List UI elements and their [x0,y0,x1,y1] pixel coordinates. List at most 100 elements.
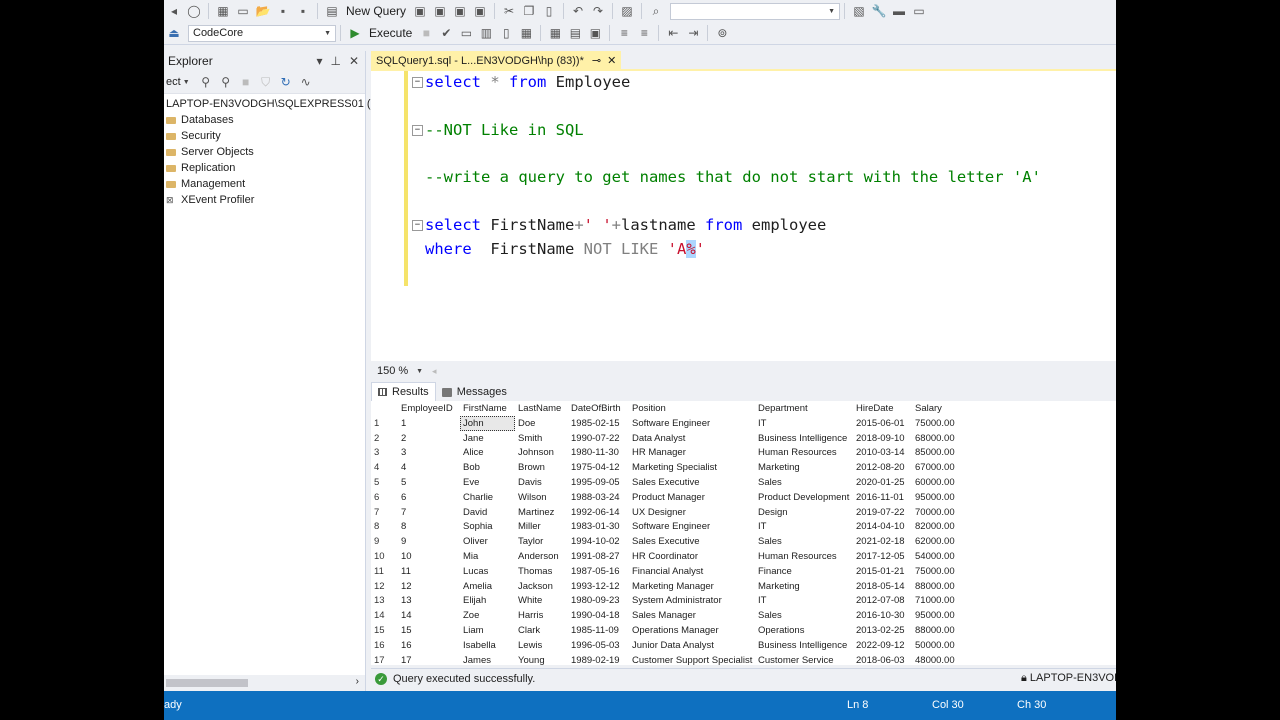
table-cell[interactable]: 16 [398,638,460,653]
table-cell[interactable]: 2016-10-30 [853,608,912,623]
table-cell[interactable]: Software Engineer [629,520,755,535]
table-cell[interactable]: 1987-05-16 [568,564,629,579]
table-row[interactable]: 4 4 Bob Brown 1975-04-12 Marketing Specialist… [371,460,972,475]
table-cell[interactable]: Johnson [515,446,568,461]
undo-icon[interactable]: ↶ [569,2,587,20]
table-cell[interactable]: Thomas [515,564,568,579]
uncomment-icon[interactable]: ≡ [635,24,653,42]
mdx-query-icon[interactable]: ▣ [411,2,429,20]
refresh-icon[interactable]: ↻ [277,73,295,91]
row-number[interactable]: 12 [371,579,398,594]
table-cell[interactable]: Junior Data Analyst [629,638,755,653]
results-to-file-icon[interactable]: ▯ [497,24,515,42]
table-cell[interactable]: James [460,653,515,665]
results-to-text-icon[interactable]: ▤ [566,24,584,42]
table-cell[interactable]: IT [755,594,853,609]
pin-icon[interactable]: ⊸ [592,54,601,67]
table-row[interactable]: 11 11 Lucas Thomas 1987-05-16 Financial Analy… [371,564,972,579]
table-row[interactable]: 1 1 John Doe 1985-02-15 Software Engineer IT 20… [371,416,972,431]
table-cell[interactable]: 2022-09-12 [853,638,912,653]
table-cell[interactable]: 1980-11-30 [568,446,629,461]
table-cell[interactable]: 1980-09-23 [568,594,629,609]
corner-cell[interactable] [371,401,398,416]
table-cell[interactable]: 3 [398,446,460,461]
table-cell[interactable]: 7 [398,505,460,520]
row-number[interactable]: 16 [371,638,398,653]
activity-monitor-icon[interactable]: ▨ [618,2,636,20]
table-cell[interactable]: Marketing [755,460,853,475]
copy-icon[interactable]: ❐ [520,2,538,20]
row-number[interactable]: 10 [371,549,398,564]
table-cell[interactable]: Design [755,505,853,520]
table-cell[interactable]: 1991-08-27 [568,549,629,564]
table-row[interactable]: 6 6 Charlie Wilson 1988-03-24 Product Manager… [371,490,972,505]
table-cell[interactable]: 13 [398,594,460,609]
execute-button[interactable]: Execute [365,26,416,40]
row-number[interactable]: 8 [371,520,398,535]
table-cell[interactable]: Eve [460,475,515,490]
row-number[interactable]: 1 [371,416,398,431]
table-cell[interactable]: 2020-01-25 [853,475,912,490]
table-cell[interactable]: Human Resources [755,549,853,564]
table-cell[interactable]: 1990-04-18 [568,608,629,623]
table-row[interactable]: 8 8 Sophia Miller 1983-01-30 Software Enginee… [371,520,972,535]
query-editor[interactable]: − select * from Employee − --NOT Like in… [371,71,1116,361]
increase-indent-icon[interactable]: ⇥ [684,24,702,42]
table-cell[interactable]: 2013-02-25 [853,623,912,638]
display-plan-icon[interactable]: ▭ [457,24,475,42]
table-cell[interactable]: 95000.00 [912,608,972,623]
table-cell[interactable]: 14 [398,608,460,623]
connect-button[interactable]: ect [166,76,181,88]
table-cell[interactable]: 95000.00 [912,490,972,505]
column-header[interactable]: EmployeeID [398,401,460,416]
table-cell[interactable]: 15 [398,623,460,638]
stop-icon[interactable]: ■ [237,73,255,91]
table-cell[interactable]: Wilson [515,490,568,505]
table-row[interactable]: 15 15 Liam Clark 1985-11-09 Operations Manage… [371,623,972,638]
table-cell[interactable]: 1995-09-05 [568,475,629,490]
table-cell[interactable]: 2018-09-10 [853,431,912,446]
table-cell[interactable]: Human Resources [755,446,853,461]
table-cell[interactable]: Financial Analyst [629,564,755,579]
table-cell[interactable]: Customer Support Specialist [629,653,755,665]
row-number[interactable]: 7 [371,505,398,520]
table-cell[interactable]: 50000.00 [912,638,972,653]
table-cell[interactable]: Anderson [515,549,568,564]
table-cell[interactable]: 2012-07-08 [853,594,912,609]
table-cell[interactable]: Product Development [755,490,853,505]
table-cell[interactable]: 2010-03-14 [853,446,912,461]
xmla-query-icon[interactable]: ▣ [451,2,469,20]
table-cell[interactable]: Product Manager [629,490,755,505]
table-cell[interactable]: 1994-10-02 [568,534,629,549]
table-cell[interactable]: 1 [398,416,460,431]
close-icon[interactable]: ✕ [349,54,359,68]
table-cell[interactable]: UX Designer [629,505,755,520]
table-cell[interactable]: Sales Manager [629,608,755,623]
table-cell[interactable]: Bob [460,460,515,475]
zoom-dropdown[interactable]: 150 % ▼ [374,363,426,379]
tree-node-replication[interactable]: Replication [164,160,365,176]
redo-icon[interactable]: ↷ [589,2,607,20]
table-cell[interactable]: 2014-04-10 [853,520,912,535]
table-cell[interactable]: System Administrator [629,594,755,609]
filter-icon[interactable]: ⛉ [257,73,275,91]
column-header[interactable]: Position [629,401,755,416]
table-cell[interactable]: Clark [515,623,568,638]
table-cell[interactable]: HR Coordinator [629,549,755,564]
table-cell[interactable]: John [460,416,515,431]
tree-node-xevent-profiler[interactable]: ⊠ XEvent Profiler [164,192,365,208]
row-number[interactable]: 11 [371,564,398,579]
table-cell[interactable]: Elijah [460,594,515,609]
table-cell[interactable]: 11 [398,564,460,579]
table-row[interactable]: 12 12 Amelia Jackson 1993-12-12 Marketing Man… [371,579,972,594]
search-dropdown[interactable]: ▼ [670,2,841,20]
nav-forward-icon[interactable]: ◯ [185,2,203,20]
table-cell[interactable]: 8 [398,520,460,535]
column-header[interactable]: LastName [515,401,568,416]
add-item-icon[interactable]: ▭ [234,2,252,20]
table-cell[interactable]: 2018-05-14 [853,579,912,594]
connect-icon[interactable]: ⏏ [165,24,183,42]
row-number[interactable]: 6 [371,490,398,505]
table-cell[interactable]: Marketing [755,579,853,594]
column-header[interactable]: Salary [912,401,972,416]
